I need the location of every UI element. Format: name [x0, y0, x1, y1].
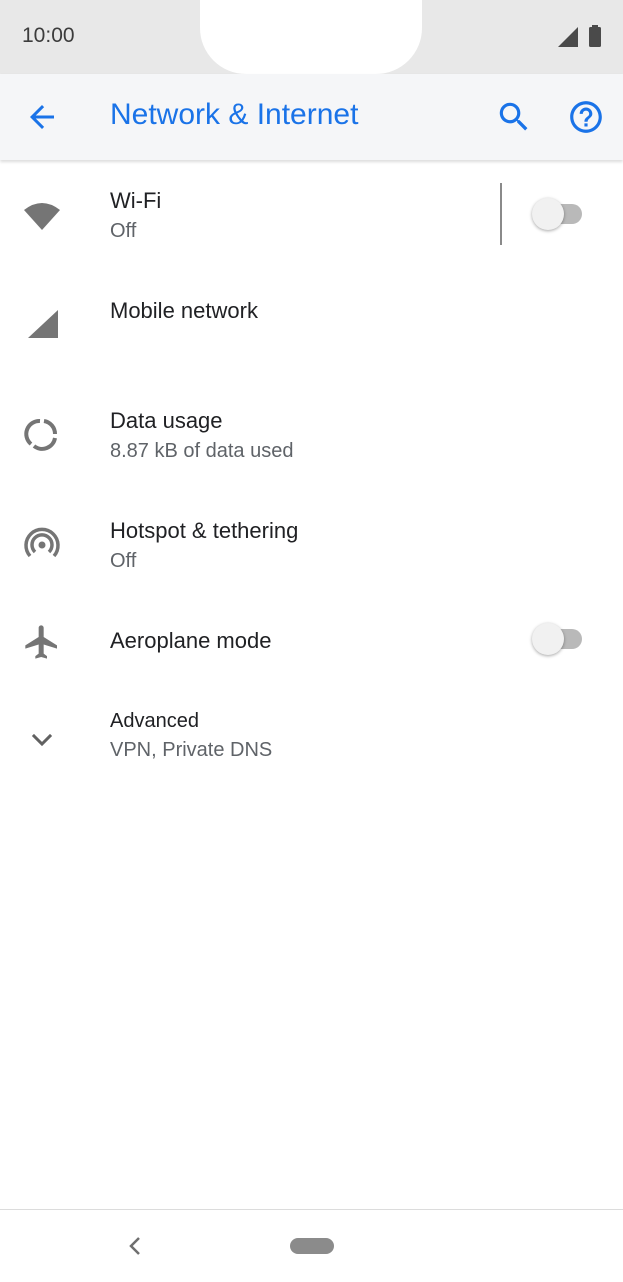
- hotspot-icon: [24, 527, 60, 558]
- data-usage-icon: [24, 419, 58, 451]
- aeroplane-mode-toggle[interactable]: [532, 622, 584, 656]
- airplane-icon: [25, 625, 57, 659]
- list-item-aeroplane-mode[interactable]: Aeroplane mode: [0, 600, 623, 710]
- home-pill[interactable]: [290, 1238, 334, 1254]
- status-time: 10:00: [22, 24, 75, 47]
- aeroplane-toggle-thumb: [532, 623, 564, 655]
- wifi-title: Wi-Fi: [110, 188, 162, 213]
- list-item-hotspot[interactable]: Hotspot & tethering Off: [0, 490, 623, 600]
- data-usage-title: Data usage: [110, 408, 223, 433]
- cell-signal-icon: [558, 27, 578, 47]
- advanced-title: Advanced: [110, 710, 199, 732]
- back-arrow-icon[interactable]: [24, 99, 60, 135]
- vertical-divider: [500, 183, 502, 245]
- help-icon[interactable]: [567, 98, 605, 136]
- system-navigation-bar: [0, 1209, 623, 1282]
- hotspot-title: Hotspot & tethering: [110, 518, 299, 543]
- aeroplane-mode-title: Aeroplane mode: [110, 628, 272, 653]
- battery-icon: [589, 25, 601, 47]
- hotspot-status: Off: [110, 550, 137, 572]
- data-usage-summary: 8.87 kB of data used: [110, 440, 294, 462]
- wifi-status: Off: [110, 220, 137, 242]
- app-bar: Network & Internet: [0, 74, 623, 160]
- wifi-toggle[interactable]: [532, 197, 584, 231]
- wifi-icon: [24, 203, 60, 230]
- nav-back-icon[interactable]: [124, 1234, 146, 1258]
- mobile-network-title: Mobile network: [110, 298, 258, 323]
- status-bar: 10:00: [0, 0, 623, 74]
- signal-icon: [28, 310, 58, 338]
- advanced-summary: VPN, Private DNS: [110, 739, 273, 761]
- list-item-mobile-network[interactable]: Mobile network: [0, 270, 623, 380]
- page-title: Network & Internet: [110, 98, 359, 131]
- list-item-data-usage[interactable]: Data usage 8.87 kB of data used: [0, 380, 623, 490]
- chevron-down-icon: [31, 733, 53, 747]
- wifi-toggle-thumb: [532, 198, 564, 230]
- display-notch: [200, 0, 422, 74]
- list-item-advanced[interactable]: Advanced VPN, Private DNS: [0, 700, 623, 810]
- search-icon[interactable]: [495, 98, 533, 136]
- list-item-wifi[interactable]: Wi-Fi Off: [0, 160, 623, 270]
